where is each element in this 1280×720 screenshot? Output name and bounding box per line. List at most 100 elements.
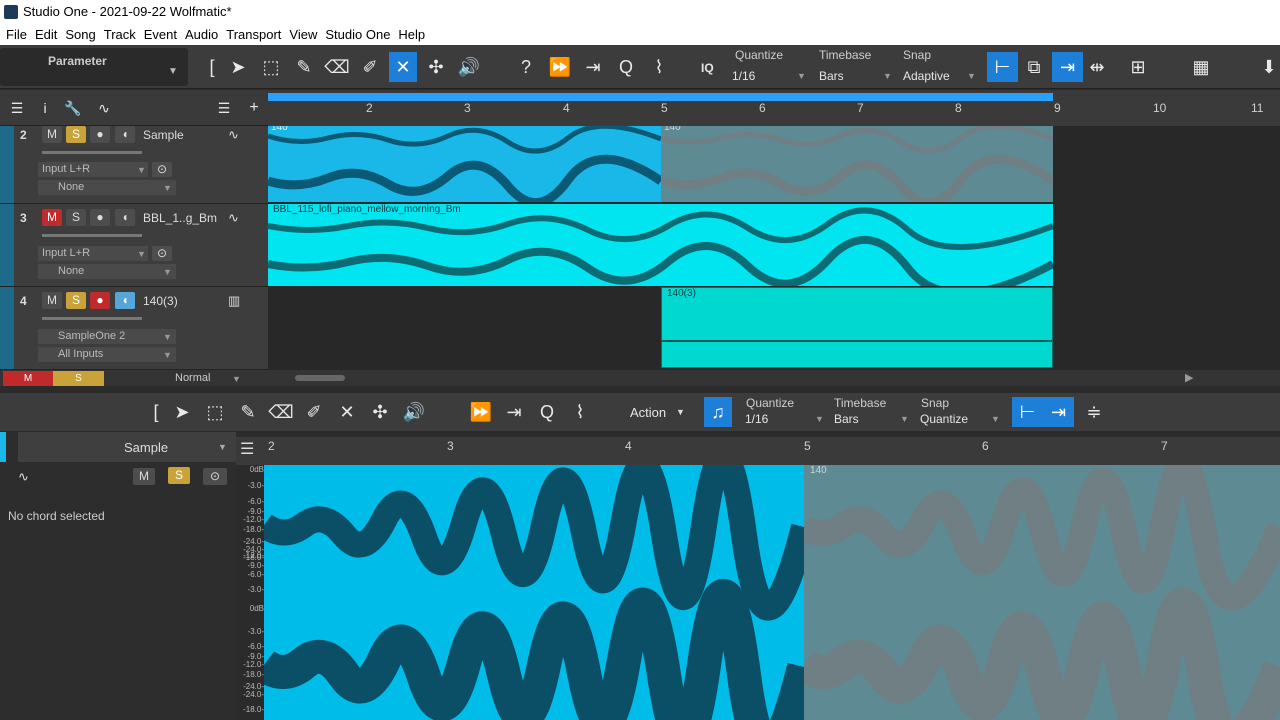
input-select[interactable]: Input L+R — [38, 162, 148, 177]
range-tool-icon[interactable]: ⬚ — [257, 52, 285, 82]
nudge-forward-icon[interactable]: ⏩ — [546, 52, 574, 82]
mute-tool-icon[interactable]: ✕ — [389, 52, 417, 82]
track-name[interactable]: BBL_1..g_Bm — [143, 211, 217, 225]
monitor-icon[interactable]: ◖ — [115, 209, 135, 226]
mute-button[interactable]: M — [133, 468, 155, 485]
nudge-icon[interactable]: ⇥ — [500, 397, 528, 427]
bracket-icon[interactable]: [ — [198, 52, 226, 82]
input-select[interactable]: Input L+R — [38, 246, 148, 261]
menu-song[interactable]: Song — [65, 24, 100, 45]
track-list-icon[interactable]: ☰ — [210, 93, 238, 123]
output-select[interactable]: None — [38, 180, 176, 195]
info-icon[interactable]: i — [31, 93, 59, 123]
eraser-tool-icon[interactable]: ⌫ — [267, 397, 295, 427]
menu-help[interactable]: Help — [398, 24, 430, 45]
eraser-tool-icon[interactable]: ⌫ — [323, 52, 351, 82]
track-name[interactable]: Sample — [143, 128, 184, 142]
nudge-forward-icon[interactable]: ⏩ — [467, 397, 495, 427]
track-3-lane[interactable]: BBL_115_lofi_piano_mellow_morning_Bm — [268, 204, 1280, 287]
editor-audio-event[interactable]: 140 — [804, 465, 1280, 720]
listen-tool-icon[interactable]: 🔊 — [455, 52, 483, 82]
menu-icon[interactable]: ☰ — [3, 93, 31, 123]
loop-range[interactable] — [268, 93, 1053, 101]
quantize-icon[interactable]: Q — [533, 397, 561, 427]
autoscroll-icon[interactable]: ⇥ — [1043, 397, 1074, 427]
bend-tool-icon[interactable]: ✣ — [366, 397, 394, 427]
track-4-header[interactable]: 4 M S ● ◖ 140(3) ▥ SampleOne 2 ▼ All Inp… — [0, 287, 268, 370]
track-4-lane[interactable]: 140(3) — [268, 287, 1280, 370]
timebase-value[interactable]: Bars — [819, 69, 844, 83]
menu-event[interactable]: Event — [144, 24, 182, 45]
solo-button[interactable]: S — [66, 209, 86, 226]
record-arm-icon[interactable]: ● — [90, 292, 110, 309]
instrument-clip[interactable]: 140(3) — [661, 287, 1053, 368]
input-toggle-icon[interactable]: ⊙ — [152, 246, 172, 261]
snap-to-grid-icon[interactable]: ⊢ — [987, 52, 1018, 82]
film-icon[interactable]: ▦ — [1187, 52, 1215, 82]
zoom-icon[interactable]: ≑ — [1080, 397, 1108, 427]
monitor-icon[interactable]: ◖ — [115, 292, 135, 309]
editor-list-icon[interactable]: ☰ — [236, 437, 264, 465]
input-toggle-icon[interactable]: ⊙ — [152, 162, 172, 177]
grid-options-icon[interactable]: ⊞ — [1124, 52, 1152, 82]
split-tool-icon[interactable]: ✎ — [234, 397, 262, 427]
audio-clip[interactable]: BBL_115_lofi_piano_mellow_morning_Bm — [268, 204, 1053, 286]
snap-value[interactable]: Quantize — [920, 412, 968, 426]
track-2-lane[interactable]: 140 140 — [268, 126, 1280, 204]
editor-ruler[interactable]: 2 3 4 5 6 7 — [264, 437, 1280, 465]
solo-button[interactable]: S — [66, 292, 86, 309]
menu-edit[interactable]: Edit — [35, 24, 62, 45]
audio-clip[interactable]: 140 — [268, 126, 661, 202]
mute-button[interactable]: M — [42, 126, 62, 143]
track-2-header[interactable]: 2 M S ● ◖ Sample ∿ Input L+R ▼ ⊙ None ▼ — [0, 126, 268, 204]
monitor-icon[interactable]: ◖ — [115, 126, 135, 143]
wrench-icon[interactable]: 🔧 — [59, 93, 87, 123]
help-icon[interactable]: ? — [512, 52, 540, 82]
mute-button[interactable]: M — [42, 209, 62, 226]
timeline-ruler[interactable]: 2 3 4 5 6 7 8 9 10 11 — [268, 90, 1280, 126]
arrow-down-icon[interactable]: ⬇ — [1255, 52, 1280, 82]
menu-transport[interactable]: Transport — [226, 24, 286, 45]
parameter-select[interactable]: Parameter ▼ — [0, 48, 188, 86]
groove-icon[interactable]: ⌇ — [566, 397, 594, 427]
mute-button[interactable]: M — [42, 292, 62, 309]
record-arm-icon[interactable]: ● — [90, 209, 110, 226]
split-view-icon[interactable]: ⇹ — [1083, 52, 1111, 82]
quantize-value[interactable]: 1/16 — [732, 69, 755, 83]
arrow-tool-icon[interactable]: ➤ — [168, 397, 196, 427]
horizontal-scrollbar[interactable] — [295, 375, 345, 381]
monitor-toggle-icon[interactable]: ⊙ — [203, 468, 227, 485]
editor-track-select[interactable]: Sample ▼ — [18, 432, 236, 462]
range-tool-icon[interactable]: ⬚ — [201, 397, 229, 427]
editor-audio-event[interactable] — [264, 465, 804, 720]
solo-all-button[interactable]: S — [53, 371, 104, 386]
menu-view[interactable]: View — [289, 24, 322, 45]
scroll-right-icon[interactable]: ▶ — [1185, 371, 1193, 384]
listen-tool-icon[interactable]: 🔊 — [400, 397, 428, 427]
volume-slider[interactable] — [42, 234, 142, 237]
bracket-icon[interactable]: [ — [142, 397, 170, 427]
snap-event-icon[interactable]: ⧉ — [1020, 52, 1048, 82]
solo-button[interactable]: S — [168, 467, 190, 484]
snap-to-grid-icon[interactable]: ⊢ — [1012, 397, 1043, 427]
iq-icon[interactable]: ♫ — [704, 397, 732, 427]
menu-file[interactable]: File — [6, 24, 32, 45]
menu-studio-one[interactable]: Studio One — [325, 24, 395, 45]
paint-tool-icon[interactable]: ✐ — [356, 52, 384, 82]
mute-all-button[interactable]: M — [3, 371, 53, 386]
automation-icon[interactable]: ∿ — [90, 93, 118, 123]
track-3-header[interactable]: 3 M S ● ◖ BBL_1..g_Bm ∿ Input L+R ▼ ⊙ No… — [0, 204, 268, 287]
action-menu[interactable]: Action — [630, 405, 666, 420]
groove-icon[interactable]: ⌇ — [645, 52, 673, 82]
record-arm-icon[interactable]: ● — [90, 126, 110, 143]
autoscroll-icon[interactable]: ⇥ — [1052, 52, 1083, 82]
mute-tool-icon[interactable]: ✕ — [333, 397, 361, 427]
menu-audio[interactable]: Audio — [185, 24, 223, 45]
quantize-icon[interactable]: Q — [612, 52, 640, 82]
arrow-tool-icon[interactable]: ➤ — [224, 52, 252, 82]
output-select[interactable]: None — [38, 264, 176, 279]
instrument-select[interactable]: SampleOne 2 — [38, 329, 176, 344]
volume-slider[interactable] — [42, 317, 142, 320]
snap-value[interactable]: Adaptive — [903, 69, 950, 83]
solo-button[interactable]: S — [66, 126, 86, 143]
